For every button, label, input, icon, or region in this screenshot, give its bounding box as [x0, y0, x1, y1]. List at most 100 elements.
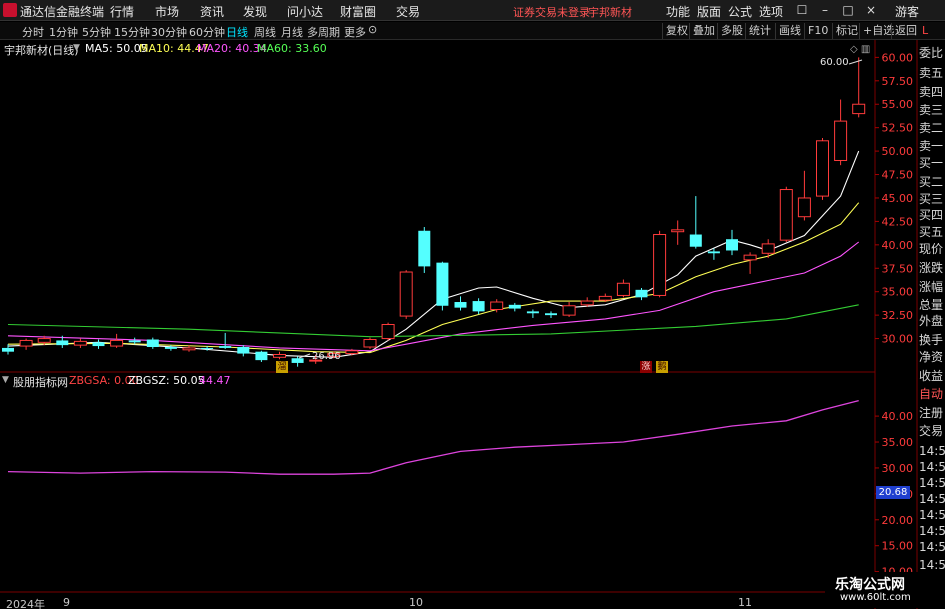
event-mark-2[interactable]: 涨 — [640, 361, 652, 373]
maximize-icon[interactable]: □ — [838, 2, 858, 18]
ma60-legend: MA60: 33.60 — [257, 42, 327, 55]
side-label: 换手 — [919, 333, 944, 347]
zbgs-value-legend: 44.47 — [199, 374, 231, 387]
period-15min[interactable]: 15分钟 — [114, 24, 150, 40]
price-tick-label: 52.50 — [882, 122, 914, 135]
candle-body — [580, 300, 594, 306]
draw-line-button[interactable]: 画线 — [775, 23, 804, 39]
multi-stock-button[interactable]: 多股 — [717, 23, 746, 39]
side-label: 14:56 — [919, 524, 945, 538]
panel-control-icon[interactable]: ◇ ▥ — [850, 44, 870, 55]
ma-line-ma5 — [7, 150, 860, 358]
candle-body — [797, 197, 811, 218]
period-tick[interactable]: 分时 — [22, 24, 44, 40]
side-label: 自动 — [919, 387, 944, 401]
candle-body — [490, 301, 504, 311]
period-60min[interactable]: 60分钟 — [189, 24, 225, 40]
menu-discover[interactable]: 发现 — [243, 3, 267, 20]
candle-body — [454, 302, 467, 308]
candle-body — [291, 358, 304, 363]
user-label[interactable]: 游客 — [895, 3, 919, 20]
candles — [2, 57, 866, 367]
candle-body — [237, 347, 250, 354]
menu-ask[interactable]: 问小达 — [287, 3, 323, 20]
date-month-11: 11 — [738, 596, 752, 609]
skin-icon[interactable]: ☐ — [792, 2, 812, 18]
candle-body — [146, 339, 159, 348]
candle-body — [562, 305, 576, 316]
ma-line-ma20 — [7, 241, 860, 352]
period-more[interactable]: 更多 — [344, 24, 366, 40]
overlay-button[interactable]: 叠加 — [689, 23, 718, 39]
candle-body — [653, 234, 667, 296]
side-label: 涨跌 — [919, 261, 944, 275]
side-label: 14:56 — [919, 508, 945, 522]
side-label: 收益 — [919, 369, 944, 383]
chart-menu-icon[interactable]: ▼ — [73, 43, 80, 53]
price-tick-label: 55.00 — [882, 98, 914, 111]
candle-body — [616, 282, 630, 296]
more-dropdown-icon[interactable]: ⊙ — [368, 23, 377, 36]
menu-function[interactable]: 功能 — [666, 3, 690, 20]
menu-formula[interactable]: 公式 — [728, 3, 752, 20]
high-arrow — [848, 59, 863, 65]
candle-body — [73, 340, 87, 346]
side-label: 总量 — [919, 298, 944, 312]
ma-line-ma60 — [7, 304, 859, 338]
candle-body — [743, 254, 757, 261]
menu-trade[interactable]: 交易 — [396, 3, 420, 20]
app-logo-icon — [3, 3, 17, 17]
menu-markets[interactable]: 市场 — [155, 3, 179, 20]
candle-body — [726, 239, 738, 251]
period-toolbar: 分时 1分钟 5分钟 15分钟 30分钟 60分钟 日线 周线 月线 多周期 更… — [0, 22, 945, 40]
title-bar: 通达信金融终端 行情 市场 资讯 发现 问小达 财富圈 交易 证券交易未登录 宇… — [0, 0, 945, 21]
event-mark-1[interactable]: 溜 — [276, 361, 288, 373]
menu-wealth[interactable]: 财富圈 — [340, 3, 376, 20]
candle-body — [472, 301, 485, 312]
candle-body — [92, 342, 105, 347]
period-weekly[interactable]: 周线 — [254, 24, 276, 40]
event-mark-3[interactable]: 鹅 — [656, 361, 668, 373]
side-label: 涨幅 — [919, 280, 944, 294]
candle-body — [761, 243, 775, 254]
menu-market[interactable]: 行情 — [110, 3, 134, 20]
side-label: 14:56 — [919, 444, 945, 458]
period-5min[interactable]: 5分钟 — [82, 24, 111, 40]
stock-name-link[interactable]: 宇邦新材 — [588, 4, 632, 20]
f10-button[interactable]: F10 — [804, 23, 831, 39]
close-icon[interactable]: × — [861, 2, 881, 18]
side-label: 卖四 — [919, 85, 944, 99]
candle-body — [418, 230, 431, 267]
side-label: 卖五 — [919, 66, 944, 80]
low-marker: 26.96 — [312, 351, 341, 362]
side-label: 14:56 — [919, 492, 945, 506]
adjust-button[interactable]: 复权 — [662, 23, 691, 39]
side-label: 买五 — [919, 225, 944, 239]
zbgs-line — [7, 399, 859, 475]
level2-icon[interactable]: L — [919, 23, 931, 39]
menu-options[interactable]: 选项 — [759, 3, 783, 20]
price-tick-label: 37.50 — [882, 262, 914, 275]
period-monthly[interactable]: 月线 — [281, 24, 303, 40]
back-button[interactable]: 返回 — [891, 23, 920, 39]
kline-chart[interactable]: 60.00 57.50 55.00 52.50 50.00 47.50 45.00 42.50… — [0, 40, 945, 609]
sub-menu-icon[interactable]: ▼ — [2, 375, 9, 385]
login-status[interactable]: 证券交易未登录 — [513, 4, 590, 20]
menu-news[interactable]: 资讯 — [200, 3, 224, 20]
period-1min[interactable]: 1分钟 — [49, 24, 78, 40]
period-30min[interactable]: 30分钟 — [151, 24, 187, 40]
sub-tick-label: 30.00 — [882, 462, 914, 475]
mark-button[interactable]: 标记 — [832, 23, 861, 39]
minimize-icon[interactable]: – — [815, 2, 835, 18]
candle-body — [363, 339, 377, 348]
period-daily[interactable]: 日线 — [226, 24, 248, 40]
menu-layout[interactable]: 版面 — [697, 3, 721, 20]
candle-body — [635, 289, 648, 298]
candle-body — [526, 311, 539, 314]
candle-body — [128, 340, 141, 343]
side-label: 交易 — [919, 424, 944, 438]
price-tick-label: 47.50 — [882, 169, 914, 182]
side-label: 净资 — [919, 350, 944, 364]
period-multi[interactable]: 多周期 — [307, 24, 340, 40]
statistics-button[interactable]: 统计 — [745, 23, 774, 39]
